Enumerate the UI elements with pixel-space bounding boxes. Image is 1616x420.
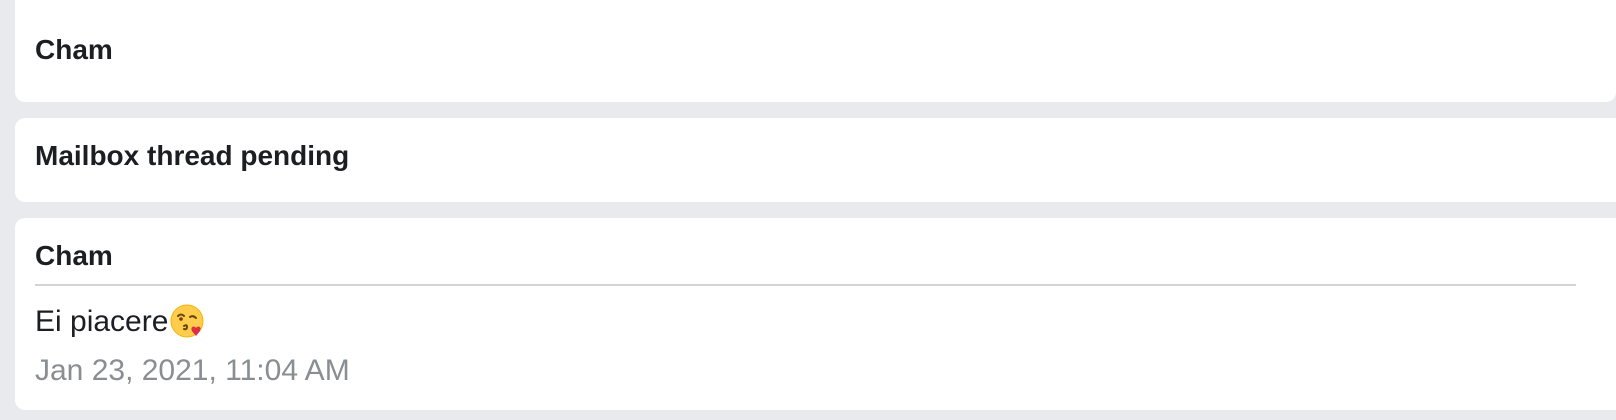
- thread-status-text: Mailbox thread pending: [35, 140, 350, 171]
- message-card: Cham Ei piacere Jan 23, 2021, 11:04 AM: [15, 218, 1616, 410]
- message-body: Ei piacere: [35, 304, 1596, 338]
- sender-name: Cham: [35, 34, 113, 65]
- message-text: Ei piacere: [35, 304, 169, 338]
- message-timestamp: Jan 23, 2021, 11:04 AM: [35, 354, 350, 387]
- message-history-page: Cham Mailbox thread pending Cham Ei piac…: [0, 0, 1616, 420]
- face-blowing-kiss-icon: [170, 304, 204, 338]
- sender-name: Cham: [35, 218, 1576, 286]
- message-card: Cham: [15, 0, 1616, 102]
- thread-status-card: Mailbox thread pending: [15, 118, 1616, 202]
